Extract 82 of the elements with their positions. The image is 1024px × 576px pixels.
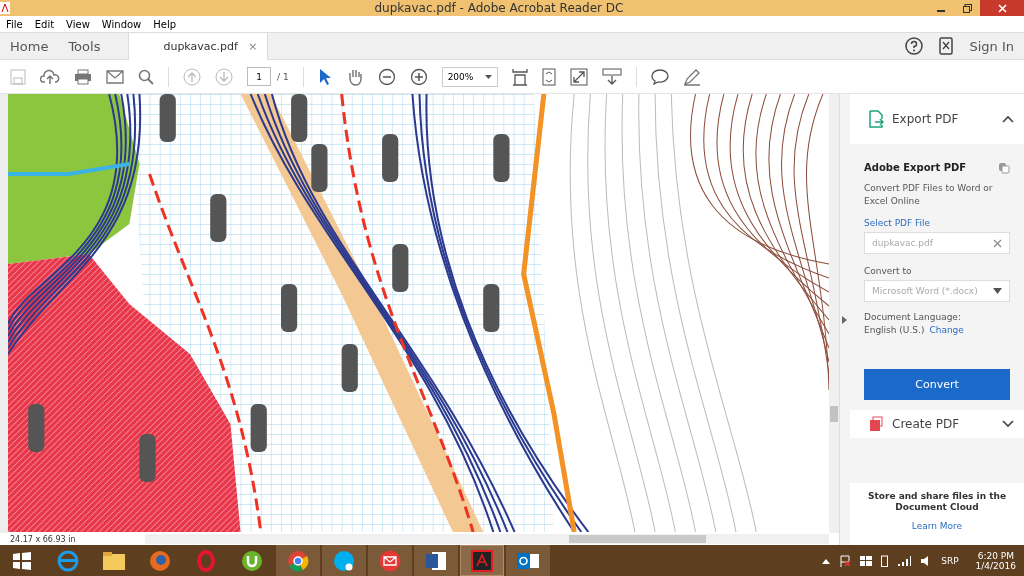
chevron-up-icon[interactable]: [1002, 115, 1014, 123]
section-title: Export PDF: [892, 112, 960, 126]
fit-page-icon[interactable]: [511, 67, 528, 86]
export-file-icon: [868, 110, 884, 128]
nav-tab[interactable]: Tools: [58, 33, 111, 59]
page-fit-icon[interactable]: [541, 67, 556, 86]
torrent-icon[interactable]: [241, 549, 263, 572]
sign-in-link[interactable]: Sign In: [969, 38, 1014, 54]
field-label: Convert to: [864, 266, 913, 276]
page-number-field[interactable]: 1: [247, 67, 271, 86]
pointer-icon[interactable]: [317, 67, 332, 86]
windows-logo-icon[interactable]: [860, 554, 873, 567]
chat-s-icon[interactable]: [333, 549, 355, 572]
signal-icon[interactable]: [897, 554, 912, 567]
comment-icon[interactable]: [650, 68, 669, 85]
search-icon[interactable]: [138, 68, 154, 85]
tray-up-icon[interactable]: [822, 557, 831, 564]
language-indicator[interactable]: SRP: [941, 555, 959, 566]
panel-heading: Adobe Export PDF: [864, 162, 967, 174]
nav-tab[interactable]: Home: [0, 33, 59, 59]
restore-icon[interactable]: [962, 3, 972, 13]
cloud-upload-icon[interactable]: [40, 68, 60, 85]
close-icon[interactable]: [997, 3, 1007, 13]
menu-item[interactable]: File: [6, 18, 23, 30]
clear-icon[interactable]: [993, 238, 1002, 248]
print-icon[interactable]: [74, 68, 92, 85]
cloud-text: Store and share files in the Document Cloud: [867, 491, 1007, 513]
select-file-link[interactable]: Select PDF File: [864, 218, 1010, 228]
windows-start-icon[interactable]: [12, 550, 32, 571]
taskbar-app[interactable]: [506, 545, 550, 576]
zoom-in-icon[interactable]: [409, 67, 428, 86]
export-pdf-header[interactable]: Export PDF: [850, 94, 1024, 144]
page-count: / 1: [277, 71, 289, 82]
chrome-ball-icon[interactable]: [287, 549, 309, 572]
panel-description: Convert PDF Files to Word or Excel Online: [864, 182, 994, 208]
pdf-icon[interactable]: [471, 549, 493, 572]
caret-icon: [993, 288, 1002, 294]
taskbar-app[interactable]: [460, 545, 504, 576]
full-screen-icon[interactable]: [569, 67, 588, 86]
taskbar-app[interactable]: [368, 545, 412, 576]
zoom-dropdown[interactable]: 200%: [441, 66, 498, 87]
window-title: dupkavac.pdf - Adobe Acrobat Reader DC: [373, 1, 625, 15]
collapse-arrow-icon[interactable]: [842, 316, 847, 324]
chevron-down-icon[interactable]: [1002, 420, 1014, 428]
document-tab[interactable]: dupkavac.pdf ×: [128, 33, 269, 60]
tab-close[interactable]: ×: [248, 40, 258, 53]
word-document-icon[interactable]: [425, 549, 447, 572]
folder-icon[interactable]: [102, 550, 126, 571]
learn-more-link[interactable]: Learn More: [911, 521, 963, 531]
envelope-icon[interactable]: [106, 69, 124, 84]
caret-icon: [484, 74, 492, 79]
menu-item[interactable]: Edit: [34, 18, 55, 30]
taskbar-app[interactable]: [414, 545, 458, 576]
field-label: Document Language:: [864, 312, 962, 322]
tab-label: dupkavac.pdf: [163, 40, 238, 53]
pen-icon[interactable]: [682, 67, 701, 86]
menu-item[interactable]: Help: [153, 18, 177, 30]
browser-e-icon[interactable]: [57, 549, 79, 572]
zoom-out-icon[interactable]: [377, 67, 396, 86]
fox-globe-icon[interactable]: [149, 549, 171, 572]
battery-icon[interactable]: [881, 554, 889, 567]
section-title: Create PDF: [892, 417, 961, 431]
change-link[interactable]: Change: [929, 325, 964, 335]
mobile-device-icon[interactable]: [939, 37, 954, 55]
create-pdf-header[interactable]: Create PDF: [850, 410, 1024, 438]
language-value: English (U.S.): [864, 325, 925, 335]
envelope-icon[interactable]: [378, 549, 402, 572]
page-size-label: 24.17 x 66.93 in: [9, 534, 77, 544]
convert-button[interactable]: Convert: [864, 369, 1010, 400]
keyboard-icon[interactable]: [601, 67, 622, 86]
vertical-scrollbar[interactable]: [829, 94, 839, 533]
help-icon[interactable]: [905, 37, 924, 55]
create-pdf-icon: [868, 416, 884, 432]
pdf-app-icon: [0, 1, 10, 14]
menu-item[interactable]: View: [66, 18, 90, 30]
taskbar-app[interactable]: [276, 545, 320, 576]
clock[interactable]: 6:20 PM 1/4/2016: [975, 550, 1016, 571]
menu-item[interactable]: Window: [101, 18, 142, 30]
taskbar-app[interactable]: [322, 545, 366, 576]
flag-icon[interactable]: [839, 554, 852, 567]
copy-icon[interactable]: [998, 162, 1010, 174]
horizontal-scrollbar[interactable]: [145, 534, 829, 544]
